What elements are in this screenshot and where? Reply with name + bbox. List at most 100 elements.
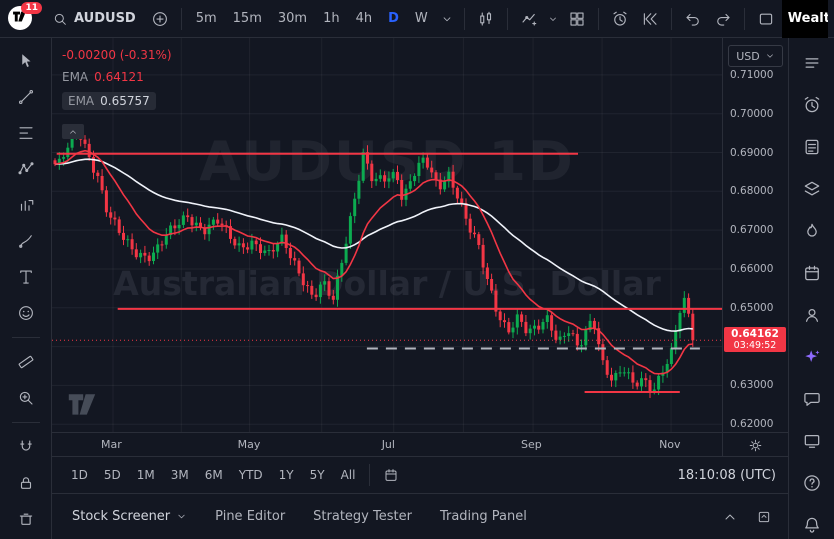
symbol-search-button[interactable]: AUDUSD <box>44 5 144 33</box>
snapshot-button[interactable] <box>752 5 780 33</box>
axis-settings-corner[interactable] <box>722 432 788 457</box>
range-5y[interactable]: 5Y <box>303 465 332 485</box>
chart-style-button[interactable] <box>472 5 500 33</box>
range-separator <box>369 464 371 486</box>
toolbar-separator <box>180 7 182 30</box>
bell-icon <box>804 517 819 533</box>
layout-title[interactable]: Wealth <box>781 0 828 38</box>
bar-replay-button[interactable] <box>636 5 664 33</box>
redo-button[interactable] <box>709 5 737 33</box>
timeframe-4h[interactable]: 4h <box>349 5 380 33</box>
notification-count-badge: 11 <box>21 1 42 14</box>
range-3m[interactable]: 3M <box>164 465 196 485</box>
panel-controls <box>716 503 782 531</box>
sidebar-chat[interactable] <box>797 386 827 412</box>
chevron-down-icon <box>443 16 451 21</box>
tool-prediction[interactable] <box>9 192 43 218</box>
tool-remove-drawings[interactable] <box>9 506 43 532</box>
range-5d[interactable]: 5D <box>97 465 128 485</box>
sidebar-ai-assistant[interactable] <box>797 344 827 370</box>
timeframe-15m[interactable]: 15m <box>226 5 269 33</box>
tool-zoom[interactable] <box>9 385 43 411</box>
date-range-bar: 1D 5D 1M 3M 6M YTD 1Y 5Y All 18:10:08 (U… <box>52 456 788 493</box>
price-axis-label: 0.65000 <box>730 301 774 314</box>
tool-text[interactable] <box>9 264 43 290</box>
undo-arrow-icon <box>686 13 699 26</box>
indicators-button[interactable] <box>515 5 543 33</box>
tool-emoji[interactable] <box>9 300 43 326</box>
time-axis-label: Sep <box>521 438 542 451</box>
sidebar-help[interactable] <box>797 470 827 496</box>
sidebar-ideas[interactable] <box>797 302 827 328</box>
chevron-down-icon <box>178 514 185 519</box>
timeframe-1h[interactable]: 1h <box>316 5 347 33</box>
sidebar-hotlists[interactable] <box>797 218 827 244</box>
utc-clock[interactable]: 18:10:08 (UTC) <box>678 468 776 483</box>
timeframe-1d-active[interactable]: D <box>381 5 406 33</box>
price-axis-label: 0.67000 <box>730 224 774 237</box>
time-axis[interactable]: Mar May Jul Sep Nov <box>52 432 722 457</box>
tab-stock-screener[interactable]: Stock Screener <box>58 494 201 539</box>
toolbar-separator <box>463 7 465 30</box>
toolbar-separator <box>11 422 40 423</box>
open-panel-button[interactable] <box>716 503 744 531</box>
indicators-menu-button[interactable] <box>545 5 561 33</box>
tool-cursor[interactable] <box>9 48 43 74</box>
tool-xabcd-pattern[interactable] <box>9 156 43 182</box>
legend-ema-slow-row[interactable]: EMA 0.65757 <box>62 92 172 110</box>
legend-ema-fast-row[interactable]: EMA 0.64121 <box>62 70 172 84</box>
sidebar-alerts[interactable] <box>797 92 827 118</box>
ruler-icon <box>18 355 33 369</box>
time-axis-label: Mar <box>100 438 122 451</box>
tab-strategy-tester[interactable]: Strategy Tester <box>299 494 426 539</box>
sidebar-streams[interactable] <box>797 428 827 454</box>
create-alert-button[interactable] <box>606 5 634 33</box>
layers-icon <box>804 181 819 196</box>
sidebar-news[interactable] <box>797 134 827 160</box>
range-all[interactable]: All <box>334 465 363 485</box>
go-to-date-button[interactable] <box>377 463 405 487</box>
text-tool-icon <box>19 270 32 284</box>
toolbar-separator <box>670 7 672 30</box>
layout-grid-icon <box>570 11 584 26</box>
top-toolbar: 11 AUDUSD 5m 15m 30m 1h 4h D W Wealt <box>0 0 834 38</box>
timeframe-5m[interactable]: 5m <box>189 5 224 33</box>
range-6m[interactable]: 6M <box>198 465 230 485</box>
timeframe-menu-button[interactable] <box>437 5 457 33</box>
chart-pane[interactable]: AUDUSD 1D Australian Dollar / U.S. Dolla… <box>52 38 722 432</box>
legend-change-row: -0.00200 (-0.31%) <box>62 48 172 62</box>
sidebar-notifications[interactable] <box>797 512 827 538</box>
tool-lock-drawings[interactable] <box>9 470 43 496</box>
sidebar-calendar[interactable] <box>797 260 827 286</box>
tool-brush[interactable] <box>9 228 43 254</box>
tab-trading-panel[interactable]: Trading Panel <box>426 494 541 539</box>
price-axis[interactable]: USD 0.620000.630000.640000.650000.660000… <box>722 38 788 432</box>
chevron-down-icon <box>766 54 773 58</box>
multichart-layout-button[interactable] <box>563 5 591 33</box>
tool-magnet[interactable] <box>9 434 43 460</box>
range-1m[interactable]: 1M <box>130 465 162 485</box>
timeframe-30m[interactable]: 30m <box>271 5 314 33</box>
undo-button[interactable] <box>679 5 707 33</box>
candlestick-style-icon <box>479 11 491 26</box>
maximize-panel-button[interactable] <box>750 503 778 531</box>
tab-pine-editor[interactable]: Pine Editor <box>201 494 299 539</box>
zoom-in-icon <box>19 391 33 405</box>
cursor-icon <box>21 54 30 67</box>
tradingview-logo[interactable]: 11 <box>6 1 42 34</box>
range-1d[interactable]: 1D <box>64 465 95 485</box>
sidebar-watchlist[interactable] <box>797 50 827 76</box>
range-ytd[interactable]: YTD <box>232 465 270 485</box>
ema-fast-value: 0.64121 <box>94 70 144 84</box>
timeframe-1w[interactable]: W <box>408 5 435 33</box>
compare-add-symbol-button[interactable] <box>146 5 174 33</box>
range-1y[interactable]: 1Y <box>272 465 301 485</box>
tool-trend-line[interactable] <box>9 84 43 110</box>
help-circle-icon <box>803 475 820 491</box>
tool-fib-retracement[interactable] <box>9 120 43 146</box>
sidebar-object-tree[interactable] <box>797 176 827 202</box>
legend-collapse-button[interactable] <box>62 124 84 139</box>
bar-replay-icon <box>643 12 657 25</box>
tool-measure-ruler[interactable] <box>9 349 43 375</box>
currency-dropdown[interactable]: USD <box>728 45 783 67</box>
